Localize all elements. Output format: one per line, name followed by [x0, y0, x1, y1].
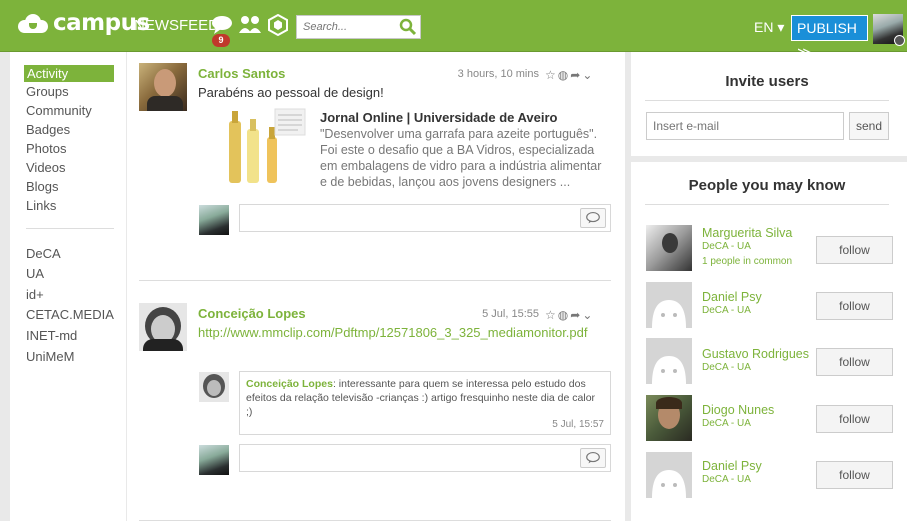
share-globe-icon[interactable]: ◍ — [558, 68, 568, 82]
chat-icon[interactable] — [210, 14, 234, 36]
person-org: DeCA - UA — [702, 305, 751, 316]
panel-divider — [645, 204, 889, 205]
person-name[interactable]: Daniel Psy — [702, 290, 762, 304]
person-avatar[interactable] — [646, 395, 692, 441]
follow-button[interactable]: follow — [816, 348, 893, 376]
post-divider — [139, 280, 611, 281]
sidebar-item-activity[interactable]: Activity — [24, 65, 114, 82]
sidebar-group-unimem[interactable]: UniMeM — [26, 349, 74, 364]
sidebar-item-links[interactable]: Links — [26, 198, 56, 213]
person-name[interactable]: Daniel Psy — [702, 459, 762, 473]
comment-text: Conceição Lopes: interessante para quem … — [246, 378, 596, 418]
follow-button[interactable]: follow — [816, 236, 893, 264]
campus-logo[interactable]: campus — [18, 10, 150, 36]
current-user-avatar — [199, 445, 229, 475]
post-actions: ☆ ◍ ➦ ⌄ — [545, 306, 601, 322]
speech-bubble-icon — [586, 212, 600, 224]
cloud-icon — [18, 12, 48, 34]
post-author[interactable]: Carlos Santos — [198, 66, 285, 81]
user-avatar[interactable] — [873, 14, 905, 46]
follow-button[interactable]: follow — [816, 405, 893, 433]
post-time: 3 hours, 10 mins — [457, 68, 539, 80]
default-avatar-icon[interactable] — [646, 282, 692, 328]
person-org: DeCA - UA — [702, 362, 751, 373]
comment-input[interactable] — [239, 444, 611, 472]
link-thumbnail[interactable] — [223, 107, 309, 187]
author-avatar[interactable] — [139, 303, 187, 351]
post-link[interactable]: http://www.mmclip.com/Pdftmp/12571806_3_… — [198, 325, 588, 340]
left-sidebar: Activity Groups Community Badges Photos … — [10, 52, 126, 521]
language-selector[interactable]: EN ▾ — [754, 19, 784, 36]
sidebar-item-community[interactable]: Community — [26, 103, 92, 118]
people-in-common: 1 people in common — [702, 256, 793, 267]
post-actions: ☆ ◍ ➦ ⌄ — [545, 66, 601, 82]
top-bar: campus NEWSFEED 9 EN ▾ PUBLISH ≫ — [0, 0, 907, 60]
default-avatar-icon[interactable] — [646, 338, 692, 384]
invite-panel: Invite users send — [631, 52, 907, 156]
sidebar-item-videos[interactable]: Videos — [26, 160, 66, 175]
sidebar-group-idplus[interactable]: id+ — [26, 287, 44, 302]
people-title: People you may know — [688, 177, 846, 194]
sidebar-group-deca[interactable]: DeCA — [26, 246, 61, 261]
link-title[interactable]: Jornal Online | Universidade de Aveiro — [320, 110, 557, 125]
person-name[interactable]: Marguerita Silva — [702, 226, 792, 240]
chevron-down-icon[interactable]: ⌄ — [582, 308, 592, 322]
nav-newsfeed[interactable]: NEWSFEED — [134, 17, 219, 34]
follow-button[interactable]: follow — [816, 292, 893, 320]
publish-button[interactable]: PUBLISH ≫ — [791, 15, 868, 60]
forward-icon[interactable]: ➦ — [570, 68, 580, 82]
chevron-down-icon[interactable]: ⌄ — [582, 68, 592, 82]
follow-button[interactable]: follow — [816, 461, 893, 489]
notification-badge: 9 — [212, 34, 230, 47]
person-avatar[interactable] — [646, 225, 692, 271]
search-icon[interactable] — [399, 18, 417, 36]
speech-bubble-icon — [586, 452, 600, 464]
email-field[interactable] — [646, 112, 844, 140]
comment-input[interactable] — [239, 204, 611, 232]
sidebar-item-badges[interactable]: Badges — [26, 122, 70, 137]
comment-time: 5 Jul, 15:57 — [552, 419, 604, 430]
panel-divider — [645, 100, 889, 101]
current-user-avatar — [199, 205, 229, 235]
person-name[interactable]: Diogo Nunes — [702, 403, 774, 417]
sidebar-divider — [26, 228, 114, 229]
person-org: DeCA - UA — [702, 241, 751, 252]
news-feed: Carlos Santos 3 hours, 10 mins ☆ ◍ ➦ ⌄ Para… — [127, 52, 625, 521]
search-input[interactable] — [297, 16, 397, 38]
send-button[interactable]: send — [849, 112, 889, 140]
sidebar-group-inet-md[interactable]: INET-md — [26, 328, 77, 343]
commenter-avatar[interactable] — [199, 372, 229, 402]
sidebar-group-ua[interactable]: UA — [26, 266, 44, 281]
person-org: DeCA - UA — [702, 474, 751, 485]
default-avatar-icon[interactable] — [646, 452, 692, 498]
person-name[interactable]: Gustavo Rodrigues — [702, 347, 809, 361]
sidebar-group-cetac-media[interactable]: CETAC.MEDIA — [26, 307, 114, 322]
star-icon[interactable]: ☆ — [545, 68, 556, 82]
author-avatar[interactable] — [139, 63, 187, 111]
people-icon[interactable] — [238, 14, 262, 36]
sidebar-item-photos[interactable]: Photos — [26, 141, 66, 156]
star-icon[interactable]: ☆ — [545, 308, 556, 322]
person-org: DeCA - UA — [702, 418, 751, 429]
link-description: "Desenvolver uma garrafa para azeite por… — [320, 127, 602, 189]
post-time: 5 Jul, 15:55 — [482, 308, 539, 320]
globe-icon — [894, 35, 905, 46]
comment: Conceição Lopes: interessante para quem … — [239, 371, 611, 435]
sidebar-item-blogs[interactable]: Blogs — [26, 179, 59, 194]
post-author[interactable]: Conceição Lopes — [198, 306, 306, 321]
forward-icon[interactable]: ➦ — [570, 308, 580, 322]
sidebar-item-groups[interactable]: Groups — [26, 84, 69, 99]
share-globe-icon[interactable]: ◍ — [558, 308, 568, 322]
post-text: Parabéns ao pessoal de design! — [198, 85, 384, 100]
invite-title: Invite users — [725, 73, 809, 90]
comment-author[interactable]: Conceição Lopes — [246, 378, 333, 390]
search-box[interactable] — [296, 15, 421, 39]
comment-submit-button[interactable] — [580, 448, 606, 468]
comment-submit-button[interactable] — [580, 208, 606, 228]
people-panel: People you may know Marguerita Silva DeC… — [631, 162, 907, 521]
badge-icon[interactable] — [266, 14, 290, 36]
